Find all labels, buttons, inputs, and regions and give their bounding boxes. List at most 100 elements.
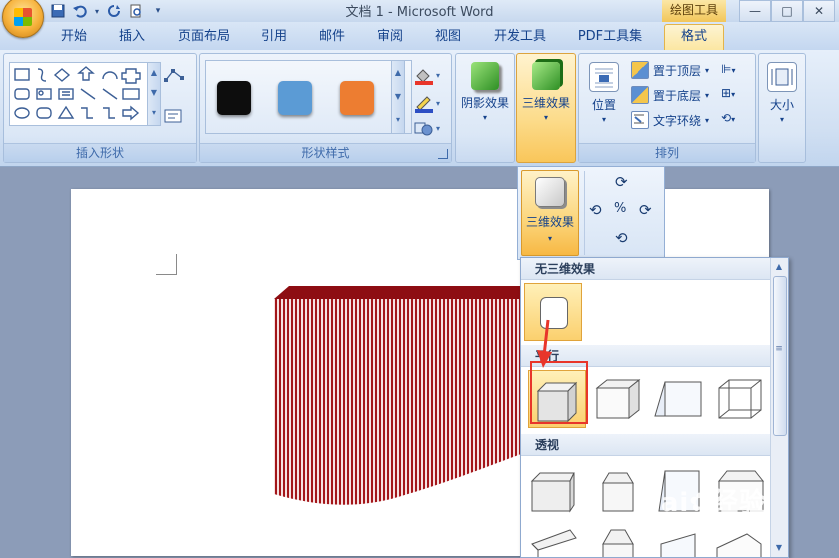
chevron-down-icon: ▾ <box>547 234 552 243</box>
3d-effects-popup-header: 三维效果 ▾ ⟳ ⟲ % ⟳ ⟲ <box>517 166 665 260</box>
align-icon[interactable]: ⊫▾ <box>721 62 735 76</box>
tilt-left-icon[interactable]: ⟲ <box>589 201 602 219</box>
dialog-launcher-icon[interactable] <box>438 149 448 159</box>
tab-page-layout[interactable]: 页面布局 <box>168 26 240 48</box>
tilt-up-icon[interactable]: ⟳ <box>615 173 628 191</box>
group-arrange: 位置 ▾ 置于顶层 ▾ 置于底层 ▾ 文字环绕 ▾ ⊫▾ ⊞▾ ⟲▾ 排列 <box>578 53 756 163</box>
group-label-arrange: 排列 <box>579 143 755 162</box>
text-wrap-button[interactable]: 文字环绕 ▾ <box>631 110 709 130</box>
scrollbar-thumb[interactable] <box>773 276 787 436</box>
shapes-gallery-scroll[interactable]: ▲ ▼ ▾ <box>147 62 161 126</box>
maximize-button[interactable]: □ <box>771 0 803 22</box>
parallel-option-2[interactable] <box>589 370 647 428</box>
cube-parallel-2-icon <box>595 378 641 420</box>
tilt-down-icon[interactable]: ⟲ <box>615 229 628 247</box>
tab-review[interactable]: 审阅 <box>368 26 412 48</box>
tab-format[interactable]: 格式 <box>664 24 724 51</box>
send-to-back-icon <box>631 86 649 104</box>
group-objects-icon[interactable]: ⊞▾ <box>721 86 735 100</box>
paw-icon: ✿ <box>689 488 713 518</box>
perspective-option-1[interactable] <box>528 461 586 519</box>
ribbon: ▲ ▼ ▾ 插入形状 ▲ ▼ ▾ ▾ ▾ ▾ 形状样式 阴影效果 ▾ 三维效果 … <box>0 50 839 167</box>
3d-effects-ribbon-button[interactable]: 三维效果 ▾ <box>517 62 575 122</box>
edit-shape-icon[interactable] <box>164 68 186 87</box>
section-perspective: 透视 <box>521 434 770 456</box>
chevron-down-icon: ▾ <box>482 113 487 122</box>
scroll-down-icon[interactable]: ▼ <box>392 85 404 109</box>
position-button[interactable]: 位置 ▾ <box>583 62 625 124</box>
group-insert-shapes: ▲ ▼ ▾ 插入形状 <box>3 53 197 163</box>
shape-fill-icon[interactable]: ▾ <box>413 66 443 89</box>
parallel-option-4[interactable] <box>713 370 771 428</box>
margin-corner-mark <box>156 254 177 275</box>
styles-gallery-scroll[interactable]: ▲ ▼ ▾ <box>391 60 405 134</box>
style-swatch-black[interactable] <box>217 81 251 115</box>
style-swatch-orange[interactable] <box>340 81 374 115</box>
chevron-down-icon: ▾ <box>779 115 784 124</box>
send-to-back-label: 置于底层 <box>653 88 702 103</box>
tab-pdf-tools[interactable]: PDF工具集 <box>568 26 652 48</box>
tab-view[interactable]: 视图 <box>426 26 470 48</box>
scroll-up-icon[interactable]: ▲ <box>148 63 160 83</box>
cube-perspective-6-icon <box>602 529 634 557</box>
perspective-option-6[interactable] <box>589 520 647 557</box>
ribbon-tabs: 开始 插入 页面布局 引用 邮件 审阅 视图 开发工具 PDF工具集 格式 <box>0 22 839 51</box>
scroll-down-icon[interactable]: ▼ <box>148 83 160 103</box>
shadow-effects-button[interactable]: 阴影效果 ▾ <box>456 62 514 122</box>
group-size: 大小 ▾ <box>758 53 806 163</box>
rotate-icon[interactable]: ⟲▾ <box>721 111 735 125</box>
3d-effects-icon <box>532 62 560 90</box>
perspective-option-5[interactable] <box>528 520 586 557</box>
section-no-3d: 无三维效果 <box>521 258 770 280</box>
scroll-grip-icon: ≡ <box>775 344 783 354</box>
3d-cube-icon <box>535 177 565 207</box>
close-button[interactable]: ✕ <box>803 0 835 22</box>
style-swatch-blue[interactable] <box>278 81 312 115</box>
scroll-down-icon[interactable]: ▼ <box>773 541 785 555</box>
title-bar: ▾ ▾ 文档 1 - Microsoft Word 绘图工具 — □ ✕ <box>0 0 839 38</box>
group-label-shape-styles: 形状样式 <box>200 143 451 162</box>
tab-mailings[interactable]: 邮件 <box>310 26 354 48</box>
scroll-up-icon[interactable]: ▲ <box>392 61 404 85</box>
gallery-expand-icon[interactable]: ▾ <box>392 109 404 131</box>
shadow-effects-icon <box>471 62 499 90</box>
chevron-down-icon: ▾ <box>543 113 548 122</box>
group-shadow-effects: 阴影效果 ▾ <box>455 53 515 163</box>
text-box-icon[interactable] <box>164 109 182 126</box>
position-icon <box>589 62 619 92</box>
watermark-url: jingyan.baidu.com <box>646 519 748 532</box>
3d-effects-button[interactable]: 三维效果 ▾ <box>521 170 579 256</box>
group-3d-effects: 三维效果 ▾ <box>516 53 576 163</box>
window-controls: — □ ✕ <box>739 0 835 22</box>
size-button[interactable]: 大小 ▾ <box>759 62 805 124</box>
tab-insert[interactable]: 插入 <box>110 26 154 48</box>
scroll-up-icon[interactable]: ▲ <box>773 260 785 274</box>
svg-text:▾: ▾ <box>436 124 440 133</box>
minimize-button[interactable]: — <box>739 0 771 22</box>
watermark-brand: Bai <box>640 488 690 518</box>
chevron-down-icon: ▾ <box>601 115 606 124</box>
bring-to-front-icon <box>631 61 649 79</box>
3d-on-off-icon[interactable]: % <box>614 201 626 216</box>
perspective-option-2[interactable] <box>589 461 647 519</box>
send-to-back-button[interactable]: 置于底层 ▾ <box>631 85 709 105</box>
group-shape-styles: ▲ ▼ ▾ ▾ ▾ ▾ 形状样式 <box>199 53 452 163</box>
shapes-gallery[interactable] <box>9 62 149 126</box>
shape-styles-gallery[interactable] <box>205 60 412 134</box>
cube-parallel-4-icon <box>718 379 762 419</box>
office-logo-icon <box>14 8 32 26</box>
bring-to-front-button[interactable]: 置于顶层 ▾ <box>631 60 709 80</box>
cube-perspective-1-icon <box>530 472 575 513</box>
gallery-expand-icon[interactable]: ▾ <box>148 103 160 123</box>
3d-effects-label: 三维效果 <box>521 96 570 110</box>
tab-references[interactable]: 引用 <box>252 26 296 48</box>
parallel-option-3[interactable] <box>651 370 709 428</box>
shapes-gallery-icons[interactable] <box>10 63 148 125</box>
3d-effects-button-label: 三维效果 <box>525 215 574 229</box>
shape-outline-icon[interactable]: ▾ <box>413 94 443 117</box>
tab-developer[interactable]: 开发工具 <box>484 26 556 48</box>
tab-home[interactable]: 开始 <box>52 26 96 48</box>
watermark-cn: 经验 <box>712 488 767 518</box>
tilt-right-icon[interactable]: ⟳ <box>639 201 652 219</box>
change-shape-icon[interactable]: ▾ <box>413 119 443 142</box>
